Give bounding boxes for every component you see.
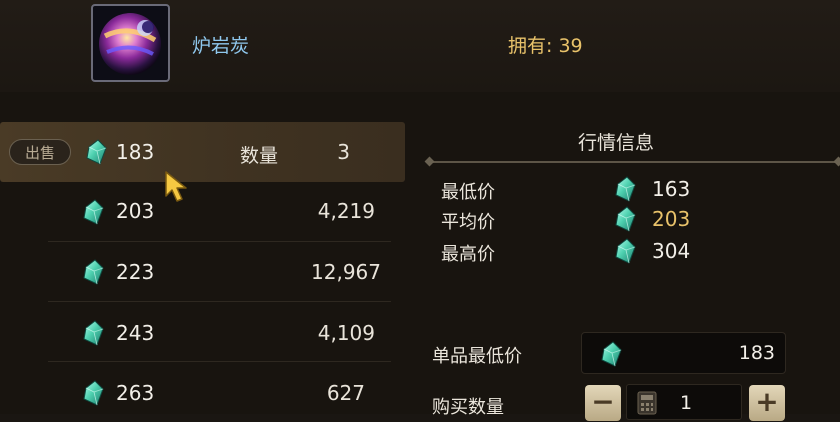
avg-price-label: 平均价 [441,212,495,233]
unit-price-field[interactable]: 183 [581,332,786,374]
crystal-gem-icon [614,176,636,202]
crystal-gem-icon [82,380,104,406]
listing-qty: 12,967 [311,260,381,284]
item-icon-frame[interactable] [91,4,170,82]
buy-quantity-label: 购买数量 [432,397,504,418]
buy-quantity-value: 1 [680,392,693,414]
listing-price: 263 [116,381,155,405]
calculator-icon[interactable] [637,391,657,415]
listing-row[interactable]: 223 12,967 [0,242,405,302]
owned-value: 39 [558,35,583,57]
listing-price: 183 [116,140,155,164]
item-name: 炉岩炭 [192,35,250,57]
listing-price: 203 [116,199,155,223]
crystal-gem-icon [82,320,104,346]
listing-qty: 627 [326,381,365,405]
quantity-label: 数量 [240,145,279,167]
listing-list: 出售 183 数量 3 203 4,219 223 12,967 243 4,1… [0,122,408,414]
max-price-value: 304 [652,239,691,263]
unit-min-price-label: 单品最低价 [432,346,522,367]
listing-row[interactable]: 243 4,109 [0,302,405,362]
decrease-quantity-button[interactable]: − [585,385,621,421]
avg-price-value: 203 [652,207,691,231]
listing-row[interactable]: 203 4,219 [0,182,405,242]
market-info-title: 行情信息 [578,132,655,154]
crystal-gem-icon [82,199,104,225]
listing-qty: 4,219 [317,199,375,223]
owned-count: 拥有: 39 [508,31,583,58]
owned-label: 拥有: [508,35,553,57]
sell-button[interactable]: 出售 [9,139,71,165]
listing-qty: 3 [337,140,350,164]
listing-qty: 4,109 [317,321,375,345]
unit-price-value: 183 [738,342,775,364]
listing-row[interactable]: 263 627 [0,362,405,422]
listing-price: 223 [116,260,155,284]
listing-row-selected[interactable]: 出售 183 数量 3 [0,122,405,182]
increase-quantity-button[interactable]: + [749,385,785,421]
crystal-gem-icon [85,139,107,165]
listing-price: 243 [116,321,155,345]
crystal-gem-icon [82,259,104,285]
crystal-gem-icon [614,238,636,264]
molten-orb-icon [99,13,161,75]
crystal-gem-icon [600,341,622,367]
crystal-gem-icon [614,206,636,232]
pointer-cursor-icon [165,171,187,202]
min-price-label: 最低价 [441,182,495,203]
title-divider [424,156,840,167]
max-price-label: 最高价 [441,244,495,265]
min-price-value: 163 [652,177,691,201]
